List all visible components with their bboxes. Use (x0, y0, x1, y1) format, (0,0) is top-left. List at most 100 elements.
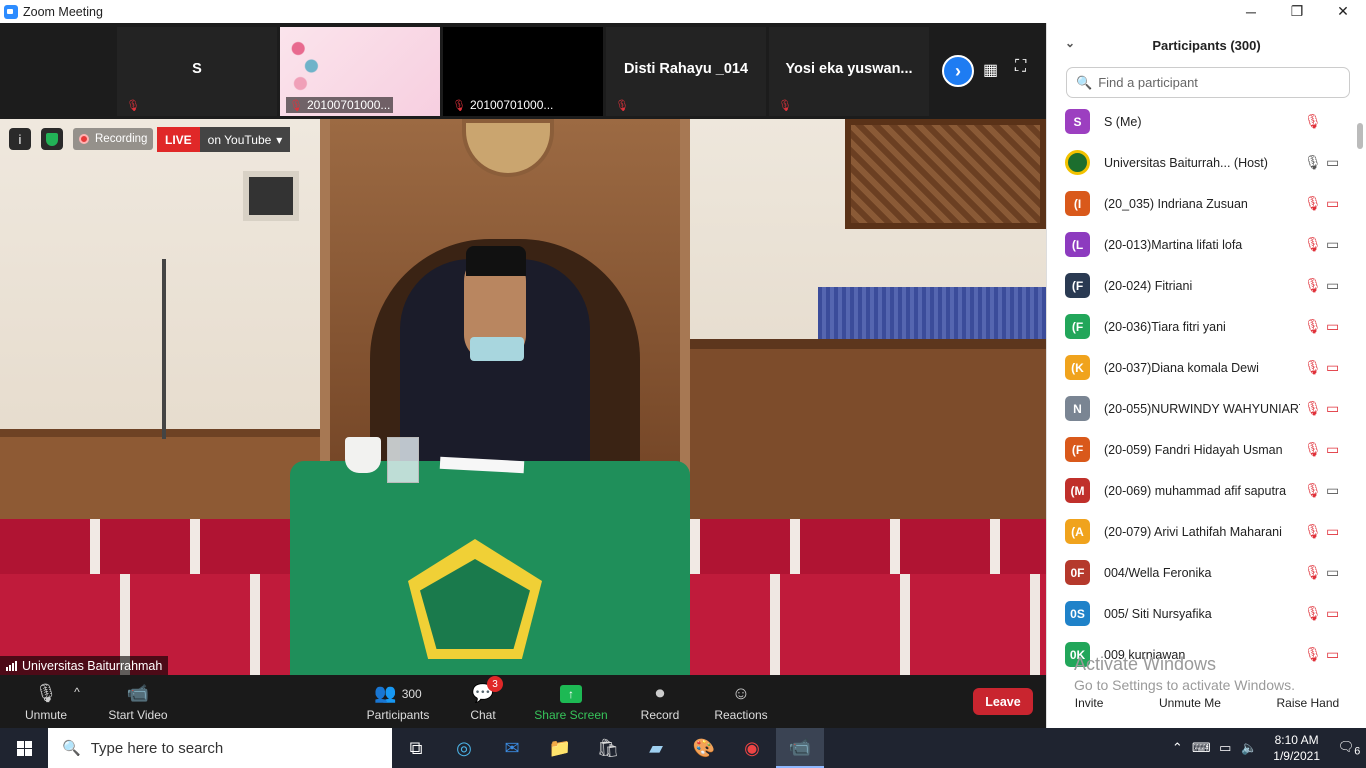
leave-button[interactable]: Leave (973, 688, 1033, 715)
video-off-icon[interactable]: ▭ (1326, 605, 1339, 622)
participant-row[interactable]: Universitas Baiturrah... (Host) 🎙 ▭ (1047, 142, 1359, 183)
participant-row[interactable]: (I (20_035) Indriana Zusuan 🎙 ▭ (1047, 183, 1359, 224)
taskbar-search-input[interactable]: 🔍 Type here to search (48, 728, 392, 768)
avatar: (A (1065, 519, 1090, 544)
video-on-icon[interactable]: ▭ (1326, 482, 1339, 499)
gallery-view-icon[interactable]: ▦ (983, 60, 998, 80)
recording-dot-icon (79, 134, 89, 144)
network-icon[interactable]: ⌨ (1189, 740, 1213, 756)
participant-row[interactable]: 0S 005/ Siti Nursyafika 🎙 ▭ (1047, 593, 1359, 634)
mic-muted-icon: 🎙 (615, 100, 629, 112)
task-view-icon[interactable]: ⧉ (392, 728, 440, 768)
mic-muted-icon[interactable]: 🎙 (1304, 441, 1322, 458)
participant-row[interactable]: (F (20-036)Tiara fitri yani 🎙 ▭ (1047, 306, 1359, 347)
mic-muted-icon[interactable]: 🎙 (1304, 359, 1322, 376)
participant-name: (20_035) Indriana Zusuan (1104, 196, 1248, 211)
minimize-button[interactable]: ─ (1228, 0, 1274, 23)
display-icon[interactable]: ▭ (1213, 740, 1237, 756)
meeting-toolbar: 🎙 Unmute ^ 📹 Start Video 👥 300 Participa… (0, 675, 1046, 728)
mic-muted-icon[interactable]: 🎙 (1304, 113, 1322, 130)
raise-hand-button[interactable]: Raise Hand (1268, 692, 1348, 713)
mic-muted-icon[interactable]: 🎙 (1304, 564, 1322, 581)
notifications-icon[interactable]: 🗨6 (1332, 739, 1366, 758)
video-tile[interactable]: 🎙 20100701000... (280, 27, 440, 116)
volume-icon[interactable]: 🔈 (1237, 740, 1261, 756)
clock[interactable]: 8:10 AM 1/9/2021 (1261, 732, 1332, 764)
mic-muted-icon[interactable]: 🎙 (1304, 523, 1322, 540)
reactions-button[interactable]: ☺ Reactions (712, 675, 770, 728)
video-on-icon[interactable]: ▭ (1326, 277, 1339, 294)
mic-muted-icon[interactable]: 🎙 (1304, 605, 1322, 622)
chrome-icon[interactable]: ◉ (728, 728, 776, 768)
avatar: N (1065, 396, 1090, 421)
participant-row[interactable]: S S (Me) 🎙 (1047, 101, 1359, 142)
avatar: 0F (1065, 560, 1090, 585)
video-tile[interactable]: S 🎙 (117, 27, 277, 116)
mic-muted-icon[interactable]: 🎙 (1304, 482, 1322, 499)
mic-muted-icon[interactable]: 🎙 (1304, 277, 1322, 294)
mic-muted-icon[interactable]: 🎙 (1304, 646, 1322, 663)
video-off-icon[interactable]: ▭ (1326, 400, 1339, 417)
unmute-me-button[interactable]: Unmute Me (1150, 692, 1229, 713)
start-button[interactable] (0, 728, 48, 768)
mic-muted-icon[interactable]: 🎙 (1304, 195, 1322, 212)
video-off-icon[interactable]: ▭ (1326, 359, 1339, 376)
avatar: (F (1065, 314, 1090, 339)
live-target[interactable]: on YouTube ▾ (199, 127, 291, 152)
speaker-name: Universitas Baiturrahmah (22, 658, 163, 673)
participant-row[interactable]: N (20-055)NURWINDY WAHYUNIARTI 🎙 ▭ (1047, 388, 1359, 429)
video-off-icon[interactable]: ▭ (1326, 318, 1339, 335)
audio-options-caret[interactable]: ^ (70, 665, 84, 718)
collapse-chevron-icon[interactable]: ⌄ (1065, 36, 1075, 50)
video-tile[interactable]: Yosi eka yuswan... 🎙 (769, 27, 929, 116)
mail-icon[interactable]: ✉ (488, 728, 536, 768)
video-on-icon[interactable]: ▭ (1326, 236, 1339, 253)
video-off-icon[interactable]: ▭ (1326, 523, 1339, 540)
video-scene-frame (243, 171, 299, 221)
participant-row[interactable]: (K (20-037)Diana komala Dewi 🎙 ▭ (1047, 347, 1359, 388)
security-shield-icon[interactable] (41, 128, 63, 150)
video-off-icon[interactable]: ▭ (1326, 195, 1339, 212)
live-stream-indicator[interactable]: LIVE on YouTube ▾ (157, 127, 291, 152)
notepad-icon[interactable]: ▰ (632, 728, 680, 768)
participant-row[interactable]: (F (20-024) Fitriani 🎙 ▭ (1047, 265, 1359, 306)
video-off-icon[interactable]: ▭ (1326, 441, 1339, 458)
next-page-button[interactable]: › (942, 55, 974, 87)
mic-muted-icon[interactable]: 🎙 (1304, 236, 1322, 253)
recording-indicator[interactable]: Recording (73, 128, 154, 150)
mic-muted-icon[interactable]: 🎙 (1304, 400, 1322, 417)
video-tile[interactable]: 🎙 20100701000... (443, 27, 603, 116)
participant-row[interactable]: (M (20-069) muhammad afif saputra 🎙 ▭ (1047, 470, 1359, 511)
video-tile[interactable]: Disti Rahayu _014 🎙 (606, 27, 766, 116)
participant-row[interactable]: 0F 004/Wella Feronika 🎙 ▭ (1047, 552, 1359, 593)
video-on-icon[interactable]: ▭ (1326, 564, 1339, 581)
store-icon[interactable]: 🛍 (584, 728, 632, 768)
file-explorer-icon[interactable]: 📁 (536, 728, 584, 768)
participant-search-input[interactable]: 🔍 Find a participant (1066, 67, 1350, 98)
fullscreen-icon[interactable]: ⛶ (1015, 58, 1026, 76)
video-thumbnail-strip: S 🎙 🎙 20100701000... 🎙 20100701000... Dist… (0, 23, 1046, 119)
paint-icon[interactable]: 🎨 (680, 728, 728, 768)
video-off-icon[interactable]: ▭ (1326, 646, 1339, 663)
chat-label: Chat (470, 707, 496, 722)
maximize-button[interactable]: ❐ (1274, 0, 1320, 23)
meeting-info-icon[interactable]: i (9, 128, 31, 150)
participant-row[interactable]: (A (20-079) Arivi Lathifah Maharani 🎙 ▭ (1047, 511, 1359, 552)
share-screen-button[interactable]: ↑ Share Screen (533, 675, 609, 728)
record-button[interactable]: ⏺ Record (638, 675, 682, 728)
video-on-icon[interactable]: ▭ (1326, 154, 1339, 171)
invite-button[interactable]: Invite (1066, 692, 1112, 713)
participant-row[interactable]: (F (20-059) Fandri Hidayah Usman 🎙 ▭ (1047, 429, 1359, 470)
participants-button[interactable]: 👥 300 Participants (362, 675, 434, 728)
zoom-taskbar-icon[interactable]: 📹 (776, 728, 824, 768)
start-video-button[interactable]: 📹 Start Video (103, 675, 173, 728)
edge-icon[interactable]: ◎ (440, 728, 488, 768)
close-window-button[interactable]: ✕ (1320, 0, 1366, 23)
show-hidden-icons[interactable]: ⌃ (1165, 740, 1189, 756)
participant-row[interactable]: (L (20-013)Martina lifati lofa 🎙 ▭ (1047, 224, 1359, 265)
participant-list-scrollbar[interactable] (1357, 101, 1363, 686)
mic-on-icon[interactable]: 🎙 (1304, 154, 1322, 171)
mic-muted-icon[interactable]: 🎙 (1304, 318, 1322, 335)
unmute-button[interactable]: 🎙 Unmute (18, 675, 74, 728)
search-icon: 🔍 (62, 740, 81, 757)
